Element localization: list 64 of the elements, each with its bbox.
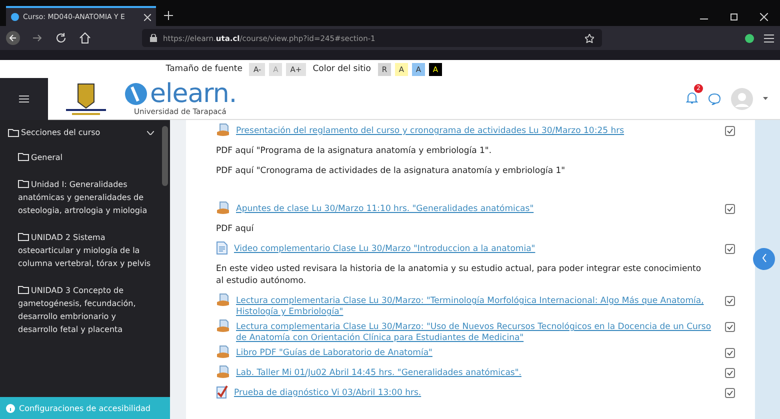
completion-checkbox-checked[interactable] <box>725 126 735 136</box>
document-icon <box>216 201 230 215</box>
home-icon[interactable] <box>78 31 92 45</box>
activity-link[interactable]: Presentación del reglamento del curso y cronograma de actividades Lu 30/Marzo 10:25 hrs <box>236 122 719 137</box>
document-icon <box>216 345 230 359</box>
close-icon[interactable] <box>144 14 151 20</box>
caret-icon[interactable] <box>763 97 768 100</box>
site-color-label: Color del sitio <box>312 64 371 74</box>
document-icon <box>216 319 230 333</box>
completion-checkbox-checked[interactable] <box>725 388 735 398</box>
activity-description: PDF aquí "Cronograma de actividades de la asignatura anatomía y embriología 1" <box>216 165 566 178</box>
activity-link[interactable]: Apuntes de clase Lu 30/Marzo 11:10 hrs. "Generalidades anatómicas" <box>236 200 719 215</box>
reload-icon[interactable] <box>54 31 68 45</box>
sidebar-item[interactable]: UNIDAD 2 Sistema osteoarticular y miología de la columna vertebral, tórax y pelvis <box>8 231 154 270</box>
folder-icon <box>18 232 29 241</box>
completion-checkbox-checked[interactable] <box>725 322 735 332</box>
activity-description: En este video usted revisara la historia de la anatomia y su estudio actual, para poder integrar este conocimiento al estudio autónomo. <box>216 263 702 288</box>
plus-icon[interactable] <box>164 11 173 20</box>
back-icon[interactable] <box>6 31 20 45</box>
chevron-down-icon[interactable] <box>147 130 154 134</box>
chevron-left-icon <box>762 254 766 262</box>
activity-link[interactable]: Lectura complementaria Clase Lu 30/Marzo: "Uso de Nuevos Recursos Tecnológicos en la Docencia de un Curso de Anatomía con Orientación Clínica para Estudiantes de Medicina" <box>236 318 719 344</box>
extension-icon[interactable] <box>745 34 754 42</box>
globe-icon <box>11 13 19 21</box>
activity-description: PDF aquí <box>216 223 255 236</box>
menu-icon <box>19 94 29 102</box>
activity-description: PDF aquí "Programa de la asignatura anatomía y embriología 1". <box>216 145 493 158</box>
activity-link[interactable]: Libro PDF "Guías de Laboratorio de Anatomía" <box>236 344 719 359</box>
drawer-toggle-button[interactable] <box>753 248 775 270</box>
site-logo-text: elearn. <box>150 81 237 107</box>
restore-icon[interactable] <box>730 13 738 21</box>
folder-icon <box>8 128 19 137</box>
logo-icon <box>124 82 148 106</box>
completion-checkbox-checked[interactable] <box>725 204 735 214</box>
completion-checkbox-checked[interactable] <box>725 348 735 358</box>
folder-icon <box>18 285 29 294</box>
activity-link[interactable]: Video complementario Clase Lu 30/Marzo "Introduccion a la anatomia" <box>234 240 719 255</box>
document-icon <box>216 365 230 379</box>
completion-checkbox-checked[interactable] <box>725 244 735 254</box>
sidebar-item[interactable]: Unidad I: Generalidades anatómicas y generalidades de osteologia, artrologia y miologia <box>8 178 154 217</box>
completion-checkbox-checked[interactable] <box>725 296 735 306</box>
completion-checkbox-checked[interactable] <box>725 368 735 378</box>
font-size-label: Tamaño de fuente <box>166 64 242 74</box>
page-icon <box>216 241 228 255</box>
document-icon <box>216 123 230 137</box>
sidebar-item[interactable]: General <box>8 151 154 164</box>
close-icon[interactable] <box>760 13 768 21</box>
menu-button[interactable] <box>0 78 48 120</box>
folder-icon <box>18 179 29 188</box>
activity-link[interactable]: Lectura complementaria Clase Lu 30/Marzo: "Terminología Morfológica Internacional: Algo Más que Anatomía, Histología y Embriología" <box>236 292 719 318</box>
lock-icon <box>150 34 157 42</box>
activity-link[interactable]: Prueba de diagnóstico Vi 03/Abril 13:00 hrs. <box>234 384 719 399</box>
scrollbar[interactable] <box>162 126 168 186</box>
activity-link[interactable]: Lab. Taller Mi 01/Ju02 Abril 14:45 hrs. "Generalidades anatómicas". <box>236 364 719 379</box>
folder-icon <box>18 152 29 161</box>
info-icon <box>6 404 15 412</box>
chat-icon[interactable] <box>708 92 721 104</box>
bell-icon[interactable] <box>686 91 698 104</box>
document-icon <box>216 293 230 307</box>
sidebar-heading[interactable]: Secciones del curso <box>8 126 100 139</box>
sidebar-item[interactable]: UNIDAD 3 Concepto de gametogénesis, fecundación, desarrollo embrionario y desarrollo fetal y placenta <box>8 284 154 336</box>
menu-icon[interactable] <box>764 34 774 42</box>
checklist-icon <box>216 385 228 399</box>
star-icon[interactable] <box>585 34 594 42</box>
